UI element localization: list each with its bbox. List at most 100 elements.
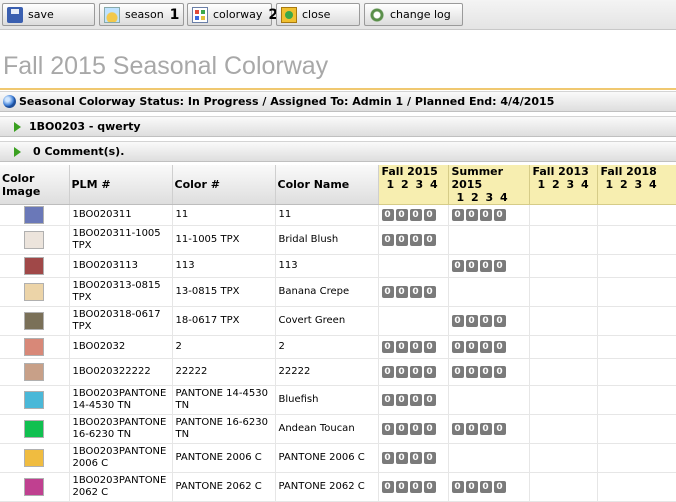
quantity-badge[interactable]: 0 xyxy=(409,366,422,378)
quantity-badge[interactable]: 0 xyxy=(479,423,492,435)
color-swatch[interactable] xyxy=(24,449,45,467)
color-swatch[interactable] xyxy=(24,231,45,249)
quantity-badge[interactable]: 0 xyxy=(423,366,436,378)
table-row[interactable]: 1BO0203PANTONE 2062 C PANTONE 2062 C PANTO… xyxy=(0,472,676,502)
quantity-badge[interactable]: 0 xyxy=(423,234,436,246)
quantity-badge[interactable]: 0 xyxy=(381,394,394,406)
quantity-badge[interactable]: 0 xyxy=(423,481,436,493)
quantity-badge[interactable]: 0 xyxy=(395,452,408,464)
close-button[interactable]: close xyxy=(276,3,360,26)
quantity-badge[interactable]: 0 xyxy=(451,315,464,327)
color-swatch[interactable] xyxy=(24,283,45,301)
quantity-badge[interactable]: 0 xyxy=(493,315,506,327)
col-color-number[interactable]: Color # xyxy=(172,165,276,205)
color-swatch[interactable] xyxy=(24,257,45,275)
table-row[interactable]: 1BO0203113 113 113 0 0 0 0 xyxy=(0,254,676,278)
color-swatch[interactable] xyxy=(24,478,45,496)
quantity-badge[interactable]: 0 xyxy=(451,341,464,353)
quantity-badge[interactable]: 0 xyxy=(479,209,492,221)
table-row[interactable]: 1BO020313-0815 TPX 13-0815 TPX Banana Crep… xyxy=(0,277,676,307)
quantity-badge[interactable]: 0 xyxy=(381,423,394,435)
quantity-badge[interactable]: 0 xyxy=(451,366,464,378)
quantity-badge[interactable]: 0 xyxy=(465,209,478,221)
quantity-badge[interactable]: 0 xyxy=(465,366,478,378)
col-plm[interactable]: PLM # xyxy=(69,165,173,205)
quantity-badge[interactable]: 0 xyxy=(423,341,436,353)
quantity-badge[interactable]: 0 xyxy=(465,481,478,493)
quantity-badge[interactable]: 0 xyxy=(409,481,422,493)
color-swatch[interactable] xyxy=(24,206,45,224)
quantity-badge[interactable]: 0 xyxy=(409,286,422,298)
color-swatch[interactable] xyxy=(24,312,45,330)
quantity-badge[interactable]: 0 xyxy=(479,341,492,353)
quantity-badge[interactable]: 0 xyxy=(479,315,492,327)
quantity-badge[interactable]: 0 xyxy=(381,366,394,378)
color-swatch[interactable] xyxy=(24,391,45,409)
quantity-badge[interactable]: 0 xyxy=(465,423,478,435)
quantity-badge[interactable]: 0 xyxy=(451,209,464,221)
quantity-badge[interactable]: 0 xyxy=(409,234,422,246)
quantity-badge[interactable]: 0 xyxy=(409,452,422,464)
quantity-badge[interactable]: 0 xyxy=(423,394,436,406)
expand-triangle-icon[interactable] xyxy=(14,121,21,132)
quantity-badge[interactable]: 0 xyxy=(493,260,506,272)
table-row[interactable]: 1BO0203PANTONE 16-6230 TN PANTONE 16-6230… xyxy=(0,414,676,444)
quantity-badge[interactable]: 0 xyxy=(409,341,422,353)
quantity-badge[interactable]: 0 xyxy=(395,234,408,246)
quantity-badge[interactable]: 0 xyxy=(409,209,422,221)
quantity-badge[interactable]: 0 xyxy=(395,481,408,493)
color-swatch[interactable] xyxy=(24,363,45,381)
quantity-badge[interactable]: 0 xyxy=(409,394,422,406)
table-row[interactable]: 1BO0203PANTONE 2006 C PANTONE 2006 C PANTO… xyxy=(0,443,676,473)
quantity-badge[interactable]: 0 xyxy=(395,341,408,353)
quantity-badge[interactable]: 0 xyxy=(493,341,506,353)
quantity-badge[interactable]: 0 xyxy=(493,366,506,378)
quantity-badge[interactable]: 0 xyxy=(381,209,394,221)
quantity-badge[interactable]: 0 xyxy=(423,286,436,298)
quantity-badge[interactable]: 0 xyxy=(381,286,394,298)
quantity-badge[interactable]: 0 xyxy=(381,481,394,493)
quantity-badge[interactable]: 0 xyxy=(423,452,436,464)
product-section-header[interactable]: 1BO0203 - qwerty xyxy=(0,116,676,137)
quantity-badge[interactable]: 0 xyxy=(465,260,478,272)
table-row[interactable]: 1BO020322222 22222 22222 0 0 0 0 0 0 0 0 xyxy=(0,358,676,386)
quantity-badge[interactable]: 0 xyxy=(423,209,436,221)
quantity-badge[interactable]: 0 xyxy=(395,366,408,378)
quantity-badge[interactable]: 0 xyxy=(395,286,408,298)
table-row[interactable]: 1BO020318-0617 TPX 18-0617 TPX Covert Gree… xyxy=(0,306,676,336)
quantity-badge[interactable]: 0 xyxy=(451,423,464,435)
quantity-badge[interactable]: 0 xyxy=(451,260,464,272)
quantity-badge[interactable]: 0 xyxy=(395,394,408,406)
quantity-badge[interactable]: 0 xyxy=(493,423,506,435)
quantity-badge[interactable]: 0 xyxy=(493,481,506,493)
quantity-badge[interactable]: 0 xyxy=(493,209,506,221)
quantity-badge[interactable]: 0 xyxy=(381,234,394,246)
col-color-name[interactable]: Color Name xyxy=(275,165,379,205)
col-color-image[interactable]: Color Image xyxy=(0,165,70,205)
change-log-button[interactable]: change log xyxy=(364,3,463,26)
save-button[interactable]: save xyxy=(2,3,95,26)
quantity-badge[interactable]: 0 xyxy=(423,423,436,435)
quantity-badge[interactable]: 0 xyxy=(381,341,394,353)
quantity-badge[interactable]: 0 xyxy=(409,423,422,435)
color-swatch[interactable] xyxy=(24,338,45,356)
quantity-badge[interactable]: 0 xyxy=(479,366,492,378)
table-row[interactable]: 1BO020311 11 11 0 0 0 0 0 0 0 0 xyxy=(0,204,676,226)
status-section-header[interactable]: Seasonal Colorway Status: In Progress / … xyxy=(0,91,676,112)
quantity-badge[interactable]: 0 xyxy=(395,209,408,221)
quantity-badge[interactable]: 0 xyxy=(395,423,408,435)
season-button[interactable]: season 1 xyxy=(99,3,184,26)
quantity-badge[interactable]: 0 xyxy=(465,315,478,327)
quantity-badge[interactable]: 0 xyxy=(479,481,492,493)
expand-triangle-icon[interactable] xyxy=(14,146,21,157)
quantity-badge[interactable]: 0 xyxy=(479,260,492,272)
quantity-badge[interactable]: 0 xyxy=(451,481,464,493)
table-row[interactable]: 1BO0203PANTONE 14-4530 TN PANTONE 14-4530… xyxy=(0,385,676,415)
quantity-badge[interactable]: 0 xyxy=(465,341,478,353)
quantity-badge[interactable]: 0 xyxy=(381,452,394,464)
table-row[interactable]: 1BO020311-1005 TPX 11-1005 TPX Bridal Blus… xyxy=(0,225,676,255)
comments-section-header[interactable]: 0 Comment(s). xyxy=(0,141,676,162)
table-row[interactable]: 1BO02032 2 2 0 0 0 0 0 0 0 0 xyxy=(0,335,676,359)
colorway-button[interactable]: colorway 2 xyxy=(187,3,278,26)
color-swatch[interactable] xyxy=(24,420,45,438)
